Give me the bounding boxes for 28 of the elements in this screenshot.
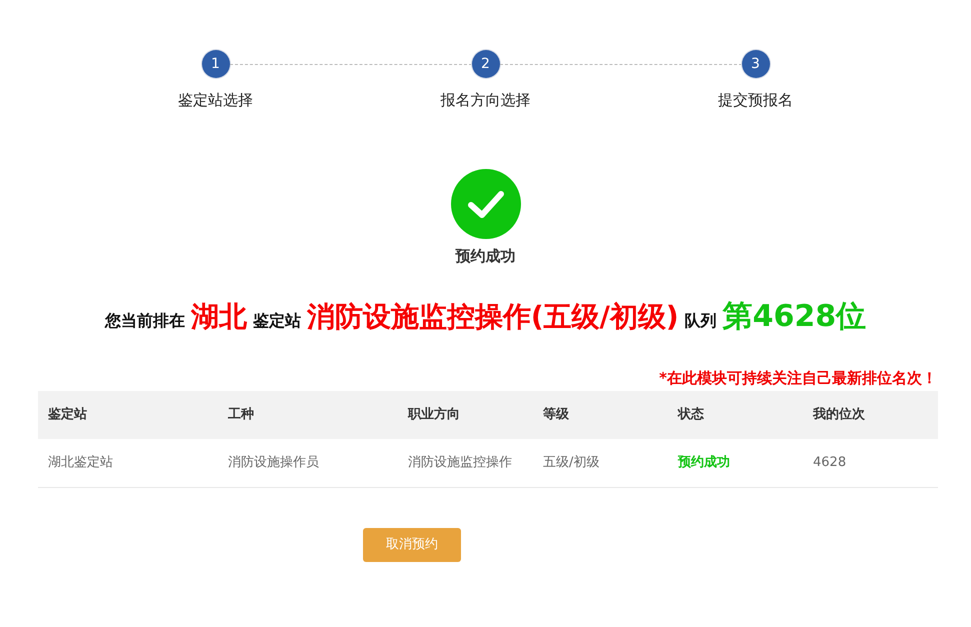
queue-value: 湖北	[190, 299, 247, 335]
step-label: 报名方向选择	[440, 91, 530, 109]
queue-label: 鉴定站	[252, 310, 301, 332]
cancel-button[interactable]: 取消预约	[363, 528, 461, 562]
column-header: 等级	[533, 391, 668, 439]
step-label: 提交预报名	[718, 91, 793, 109]
queue-value: 消防设施监控操作(五级/初级)	[306, 299, 679, 335]
table-cell: 湖北鉴定站	[38, 439, 218, 487]
table-cell: 消防设施操作员	[218, 439, 398, 487]
status-text: 预约成功	[456, 247, 516, 265]
table-cell: 五级/初级	[533, 439, 668, 487]
queue-label: 队列	[684, 310, 717, 332]
step-number: 2	[472, 50, 500, 78]
notice-text: *在此模块可持续关注自己最新排位名次！	[658, 369, 937, 387]
step-number: 1	[202, 50, 230, 78]
column-header: 状态	[668, 391, 803, 439]
table-cell: 消防设施监控操作	[398, 439, 533, 487]
table-cell: 4628	[803, 439, 938, 487]
queue-label: 您当前排在	[104, 310, 185, 332]
step-number: 3	[742, 50, 770, 78]
column-header: 职业方向	[398, 391, 533, 439]
column-header: 鉴定站	[38, 391, 218, 439]
column-header: 工种	[218, 391, 398, 439]
queue-rank: 第4628位	[722, 298, 866, 336]
step-label: 鉴定站选择	[178, 91, 253, 109]
column-header: 我的位次	[803, 391, 938, 439]
success-check-icon	[450, 169, 520, 239]
status-cell: 预约成功	[668, 439, 803, 487]
